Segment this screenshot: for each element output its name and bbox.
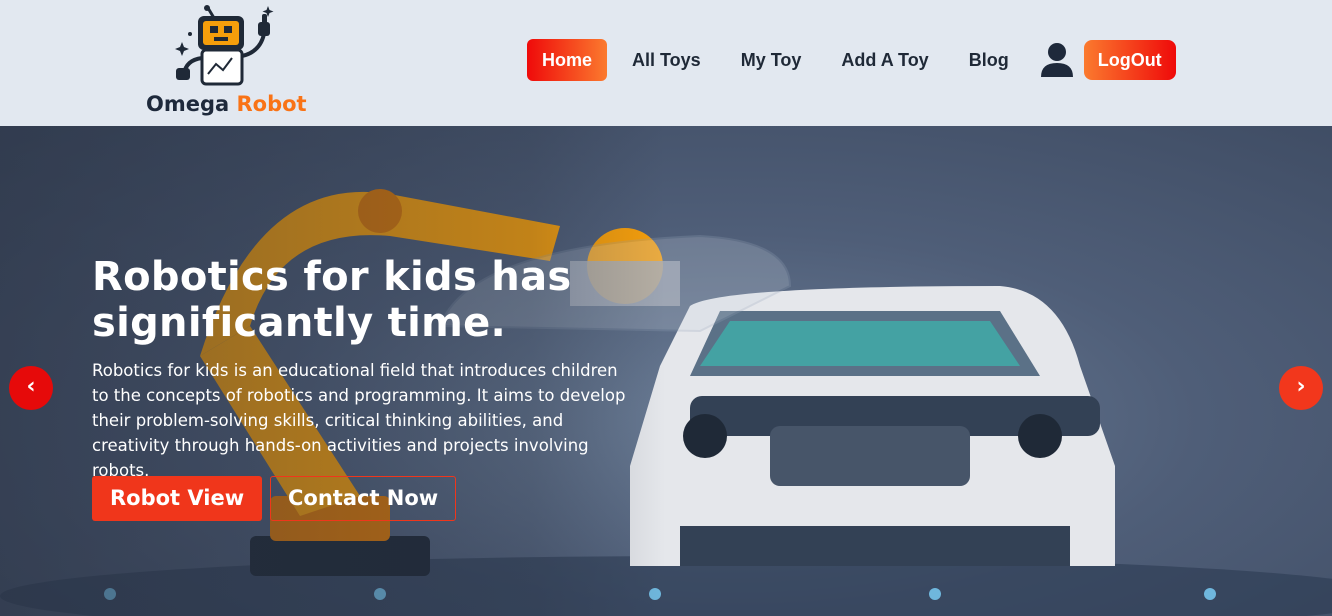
main-nav: Home All Toys My Toy Add A Toy Blog LogO… <box>527 39 1176 81</box>
chevron-right-icon: › <box>1296 374 1306 399</box>
nav-item-add-a-toy[interactable]: Add A Toy <box>826 39 943 81</box>
nav-item-my-toy[interactable]: My Toy <box>726 39 817 81</box>
hero-title: Robotics for kids has significantly time… <box>92 254 572 346</box>
robot-logo-icon <box>175 5 274 86</box>
logo[interactable]: Omega Robot <box>146 4 307 120</box>
logo-name-part1: Omega <box>146 92 230 116</box>
hero-description: Robotics for kids is an educational fiel… <box>92 361 626 480</box>
logo-name-part2: Robot <box>236 92 307 116</box>
user-icon[interactable] <box>1040 42 1074 78</box>
logout-button[interactable]: LogOut <box>1083 40 1176 80</box>
contact-now-button[interactable]: Contact Now <box>270 476 457 521</box>
hero-carousel: Robotics for kids has significantly time… <box>0 126 1332 616</box>
logo-text: Omega Robot <box>146 92 307 116</box>
carousel-next-button[interactable]: › <box>1279 366 1323 410</box>
carousel-prev-button[interactable]: ‹ <box>9 366 53 410</box>
chevron-left-icon: ‹ <box>26 374 36 399</box>
nav-item-home[interactable]: Home <box>527 39 608 81</box>
nav-item-blog[interactable]: Blog <box>954 39 1024 81</box>
site-header: Omega Robot Home All Toys My Toy Add A T… <box>0 0 1332 126</box>
robot-view-button[interactable]: Robot View <box>92 476 263 521</box>
nav-item-all-toys[interactable]: All Toys <box>617 39 716 81</box>
